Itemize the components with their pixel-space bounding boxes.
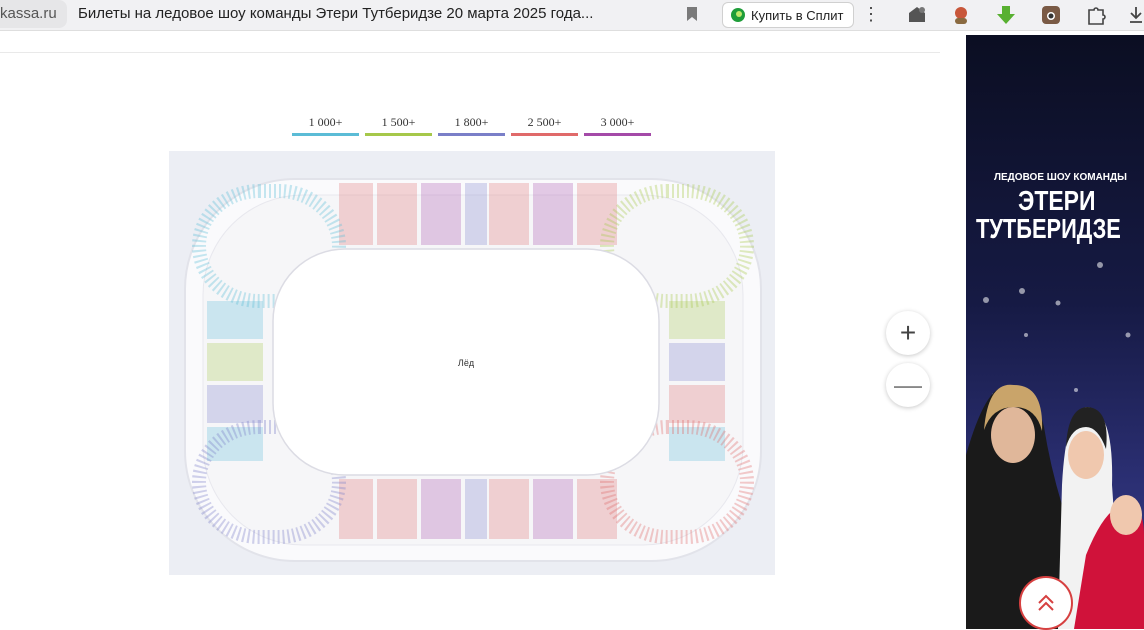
seat-section[interactable] [207, 385, 263, 423]
event-ad-banner[interactable]: ЛЕДОВОЕ ШОУ КОМАНДЫ ЭТЕРИ ТУТБЕРИДЗЕ [966, 35, 1144, 629]
content-divider [0, 52, 940, 53]
seat-map-canvas[interactable]: Лёд [169, 151, 775, 575]
instagram-icon[interactable] [1040, 4, 1062, 26]
price-filter-1800[interactable]: 1 800+ [438, 115, 505, 136]
seat-section[interactable] [377, 183, 417, 245]
price-filter-2500[interactable]: 2 500+ [511, 115, 578, 136]
site-domain[interactable]: kassa.ru [0, 0, 67, 28]
price-filter-3000[interactable]: 3 000+ [584, 115, 651, 136]
seat-section[interactable] [377, 479, 417, 539]
seat-section[interactable] [207, 343, 263, 381]
page-title: Билеты на ледовое шоу команды Этери Тутб… [78, 5, 594, 22]
seat-section[interactable] [669, 343, 725, 381]
download-arrow-icon[interactable] [995, 4, 1017, 26]
split-logo-icon [731, 8, 745, 22]
ice-label: Лёд [458, 358, 475, 368]
seat-section[interactable] [489, 183, 529, 245]
zoom-in-button[interactable]: + [886, 311, 930, 355]
seat-section[interactable] [207, 301, 263, 339]
price-filter-1000[interactable]: 1 000+ [292, 115, 359, 136]
price-filter-1500[interactable]: 1 500+ [365, 115, 432, 136]
seat-map[interactable]: Лёд [169, 151, 775, 575]
ad-artwork [966, 262, 1144, 629]
seat-section[interactable] [421, 183, 461, 245]
download-icon[interactable] [1128, 4, 1144, 26]
ad-subtitle: ЛЕДОВОЕ ШОУ КОМАНДЫ [994, 172, 1127, 183]
seat-section[interactable] [669, 385, 725, 423]
bookmark-icon[interactable] [686, 6, 698, 22]
adblock-icon[interactable] [906, 4, 928, 26]
ad-title-line2: ТУТБЕРИДЗЕ [976, 213, 1121, 244]
kebab-menu-icon[interactable]: ⋮ [862, 4, 880, 25]
buy-in-split-button[interactable]: Купить в Сплит [722, 2, 855, 28]
price-legend: 1 000+ 1 500+ 1 800+ 2 500+ 3 000+ [292, 115, 651, 136]
puzzle-extension-icon[interactable] [1085, 4, 1107, 26]
split-button-label: Купить в Сплит [751, 7, 844, 23]
zoom-out-button[interactable]: — [886, 363, 930, 407]
seat-section[interactable] [489, 479, 529, 539]
seat-section[interactable] [421, 479, 461, 539]
seat-section[interactable] [533, 183, 573, 245]
seat-section[interactable] [465, 183, 487, 245]
seat-section[interactable] [465, 479, 487, 539]
seat-section[interactable] [577, 479, 617, 539]
double-chevron-up-icon [1038, 594, 1054, 611]
scroll-to-top-button[interactable] [1019, 576, 1073, 630]
browser-tab-bar: kassa.ru Билеты на ледовое шоу команды Э… [0, 0, 1144, 31]
seat-section[interactable] [533, 479, 573, 539]
avatar-extension-icon[interactable] [950, 4, 972, 26]
